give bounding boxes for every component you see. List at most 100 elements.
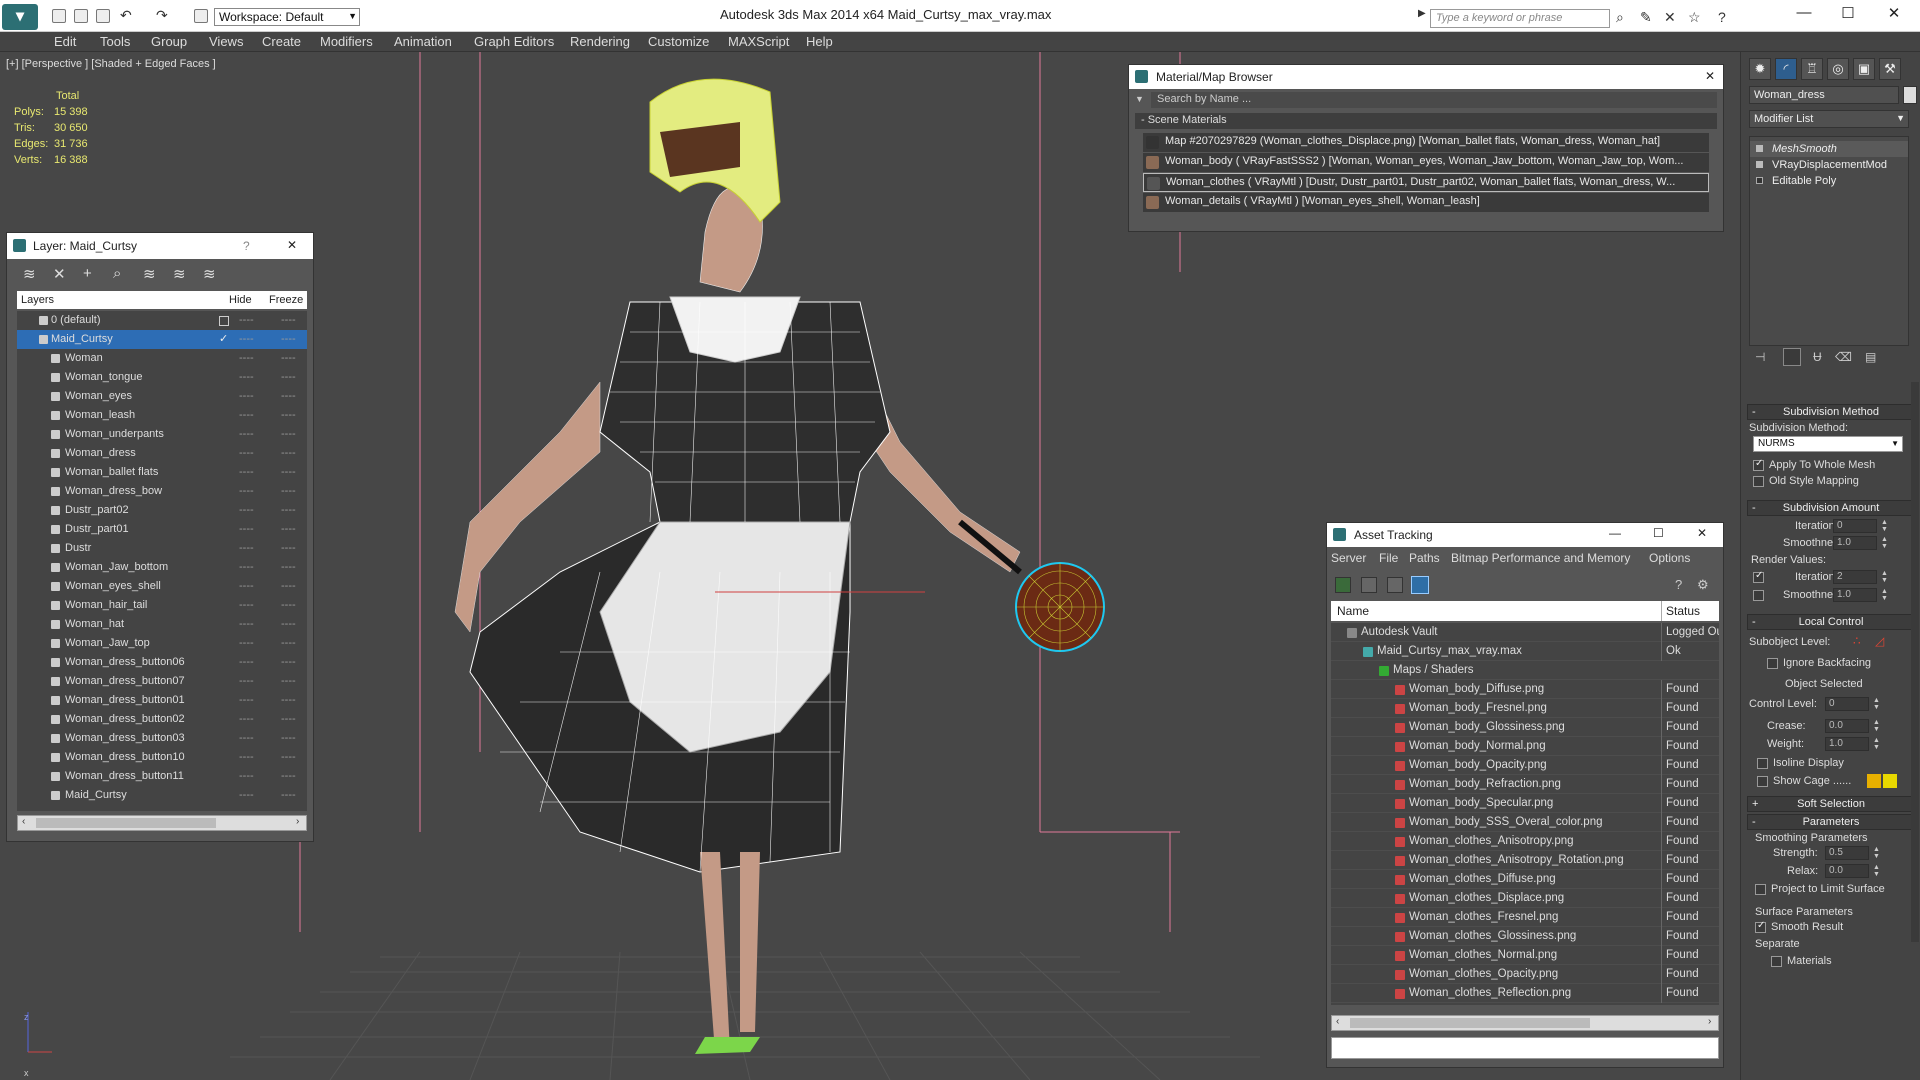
menu-server[interactable]: Server xyxy=(1331,551,1366,565)
layer-row[interactable]: Woman_hair_tail ---- ---- xyxy=(17,596,307,615)
freeze-toggle[interactable]: ---- xyxy=(281,691,296,710)
menu-options[interactable]: Options xyxy=(1649,551,1690,565)
layer-row[interactable]: Woman_eyes_shell ---- ---- xyxy=(17,577,307,596)
freeze-toggle[interactable]: ---- xyxy=(281,634,296,653)
workspace-select[interactable]: Workspace: Default ▼ xyxy=(214,8,360,26)
freeze-toggle[interactable]: ---- xyxy=(281,501,296,520)
close-button[interactable]: ✕ xyxy=(1705,69,1715,83)
ignore-backfacing-checkbox[interactable] xyxy=(1767,658,1778,669)
crease-spinner[interactable]: 0.0 xyxy=(1825,719,1869,733)
col-name[interactable]: Name xyxy=(1337,604,1369,618)
freeze-toggle[interactable]: ---- xyxy=(281,387,296,406)
material-browser-titlebar[interactable]: Material/Map Browser ✕ xyxy=(1129,65,1723,89)
add-to-layer-icon[interactable]: + xyxy=(83,265,92,282)
menu-tools[interactable]: Tools xyxy=(100,34,130,49)
layer-row[interactable]: Woman_hat ---- ---- xyxy=(17,615,307,634)
freeze-toggle[interactable]: ---- xyxy=(281,482,296,501)
scroll-right-icon[interactable]: › xyxy=(1708,1016,1711,1027)
material-row[interactable]: Woman_clothes ( VRayMtl ) [Dustr, Dustr_… xyxy=(1143,173,1709,192)
parameters-rollout[interactable]: - Parameters xyxy=(1747,814,1915,830)
maximize-button[interactable]: ☐ xyxy=(1828,4,1868,22)
modify-tab-icon[interactable]: ◜ xyxy=(1775,58,1797,80)
scroll-thumb[interactable] xyxy=(36,818,216,828)
menu-group[interactable]: Group xyxy=(151,34,187,49)
stack-item-vraydisplacement[interactable]: VRayDisplacementMod xyxy=(1750,157,1908,173)
asset-row[interactable]: Woman_clothes_Fresnel.png Found xyxy=(1331,908,1719,927)
subdivision-method-rollout[interactable]: - Subdivision Method xyxy=(1747,404,1915,420)
asset-row[interactable]: Autodesk Vault Logged Ou xyxy=(1331,623,1719,642)
hide-toggle[interactable]: ---- xyxy=(239,539,254,558)
layer-row[interactable]: Woman_dress ---- ---- xyxy=(17,444,307,463)
hide-toggle[interactable]: ---- xyxy=(239,520,254,539)
save-file-icon[interactable] xyxy=(96,9,110,23)
freeze-toggle[interactable]: ---- xyxy=(281,311,296,330)
hide-toggle[interactable]: ---- xyxy=(239,615,254,634)
lightbulb-icon[interactable] xyxy=(1756,161,1763,168)
layer-row[interactable]: Woman_ballet flats ---- ---- xyxy=(17,463,307,482)
layer-panel-titlebar[interactable]: Layer: Maid_Curtsy ? ✕ xyxy=(7,233,313,259)
configure-modifier-sets-icon[interactable]: ▤ xyxy=(1865,350,1876,364)
object-name-field[interactable]: Woman_dress xyxy=(1749,86,1899,104)
local-control-rollout[interactable]: - Local Control xyxy=(1747,614,1915,630)
new-file-icon[interactable] xyxy=(52,9,66,23)
freeze-toggle[interactable]: ---- xyxy=(281,786,296,805)
freeze-toggle[interactable]: ---- xyxy=(281,558,296,577)
layer-row[interactable]: Dustr_part01 ---- ---- xyxy=(17,520,307,539)
hide-toggle[interactable]: ---- xyxy=(239,444,254,463)
hide-toggle[interactable]: ---- xyxy=(239,634,254,653)
layer-row[interactable]: Woman_dress_button02 ---- ---- xyxy=(17,710,307,729)
spinner-arrows-icon[interactable]: ▲ ▼ xyxy=(1881,536,1889,550)
freeze-toggle[interactable]: ---- xyxy=(281,425,296,444)
layer-row[interactable]: Woman_leash ---- ---- xyxy=(17,406,307,425)
asset-row[interactable]: Woman_body_Glossiness.png Found xyxy=(1331,718,1719,737)
hide-toggle[interactable]: ---- xyxy=(239,311,254,330)
freeze-all-layers-icon[interactable]: ≋ xyxy=(203,265,216,283)
relax-spinner[interactable]: 0.0 xyxy=(1825,864,1869,878)
menu-views[interactable]: Views xyxy=(209,34,243,49)
material-row[interactable]: Woman_details ( VRayMtl ) [Woman_eyes_sh… xyxy=(1143,193,1709,212)
hide-toggle[interactable]: ---- xyxy=(239,368,254,387)
layer-row[interactable]: 0 (default) ---- ---- xyxy=(17,311,307,330)
freeze-toggle[interactable]: ---- xyxy=(281,672,296,691)
menu-help[interactable]: Help xyxy=(806,34,833,49)
subdivision-amount-rollout[interactable]: - Subdivision Amount xyxy=(1747,500,1915,516)
layer-horizontal-scrollbar[interactable]: ‹ › xyxy=(17,815,307,831)
stack-item-editable-poly[interactable]: Editable Poly xyxy=(1750,173,1908,189)
isoline-display-checkbox[interactable] xyxy=(1757,758,1768,769)
hide-toggle[interactable]: ---- xyxy=(239,672,254,691)
highlight-layer-icon[interactable]: ≋ xyxy=(143,265,156,283)
make-unique-icon[interactable]: Ʉ xyxy=(1813,350,1822,364)
freeze-toggle[interactable]: ---- xyxy=(281,520,296,539)
weight-spinner[interactable]: 1.0 xyxy=(1825,737,1869,751)
smoothness-spinner[interactable]: 1.0 xyxy=(1833,536,1877,550)
asset-row[interactable]: Woman_clothes_Glossiness.png Found xyxy=(1331,927,1719,946)
layer-row[interactable]: Woman_dress_button11 ---- ---- xyxy=(17,767,307,786)
spinner-arrows-icon[interactable]: ▲ ▼ xyxy=(1881,519,1889,533)
motion-tab-icon[interactable]: ◎ xyxy=(1827,58,1849,80)
communication-icon[interactable]: ✕ xyxy=(1664,9,1676,26)
col-hide[interactable]: Hide xyxy=(229,294,252,306)
freeze-toggle[interactable]: ---- xyxy=(281,406,296,425)
separate-materials-checkbox[interactable] xyxy=(1771,956,1782,967)
asset-row[interactable]: Maps / Shaders xyxy=(1331,661,1719,680)
favorites-star-icon[interactable]: ☆ xyxy=(1688,9,1701,26)
menu-paths[interactable]: Paths xyxy=(1409,551,1440,565)
collapse-search-icon[interactable]: ▶ xyxy=(1418,8,1426,19)
active-layer-check-icon[interactable]: ✓ xyxy=(219,330,228,349)
hide-toggle[interactable]: ---- xyxy=(239,349,254,368)
asset-row[interactable]: Maid_Curtsy_max_vray.max Ok xyxy=(1331,642,1719,661)
undo-icon[interactable]: ↶ xyxy=(120,7,132,24)
asset-row[interactable]: Woman_clothes_Reflection.png Found xyxy=(1331,984,1719,1003)
pin-stack-icon[interactable]: ⊣ xyxy=(1755,350,1765,364)
layer-row[interactable]: Woman_dress_button07 ---- ---- xyxy=(17,672,307,691)
menu-edit[interactable]: Edit xyxy=(54,34,76,49)
asset-row[interactable]: Woman_clothes_Displace.png Found xyxy=(1331,889,1719,908)
layer-row[interactable]: Woman_Jaw_bottom ---- ---- xyxy=(17,558,307,577)
utilities-tab-icon[interactable]: ⚒ xyxy=(1879,58,1901,80)
render-iterations-spinner[interactable]: 2 xyxy=(1833,570,1877,584)
menu-customize[interactable]: Customize xyxy=(648,34,709,49)
asset-horizontal-scrollbar[interactable]: ‹ › xyxy=(1331,1015,1719,1031)
asset-path-field[interactable] xyxy=(1331,1037,1719,1059)
hide-toggle[interactable]: ---- xyxy=(239,729,254,748)
asset-row[interactable]: Woman_body_SSS_Overal_color.png Found xyxy=(1331,813,1719,832)
